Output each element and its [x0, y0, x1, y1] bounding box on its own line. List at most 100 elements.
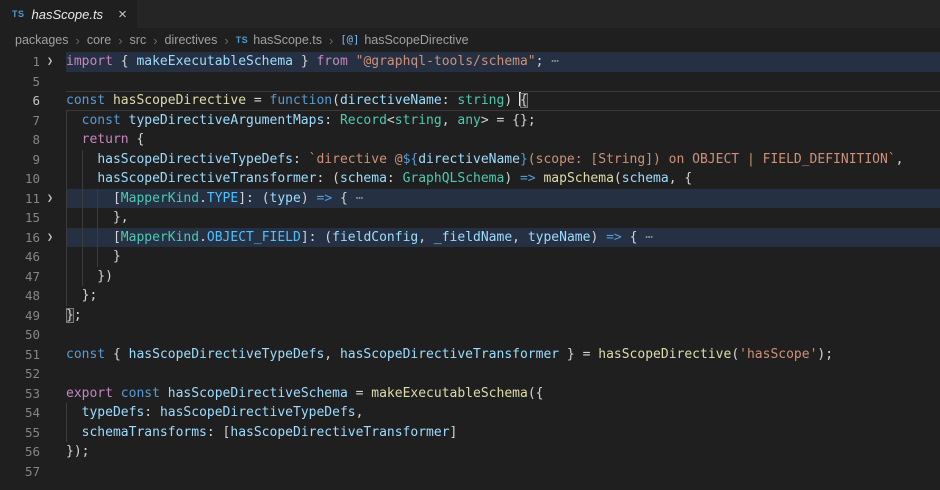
- code-token: typeDirectiveArgumentMaps: [129, 113, 325, 128]
- code-token: , {: [669, 171, 692, 186]
- code-token: }: [66, 249, 121, 264]
- code-line[interactable]: 5: [0, 72, 940, 92]
- code-token: string: [457, 93, 504, 108]
- code-line[interactable]: 6const hasScopeDirective = function(dire…: [0, 91, 940, 111]
- line-number: 54: [25, 403, 40, 423]
- breadcrumb-item[interactable]: core: [87, 33, 111, 47]
- code-token: (: [731, 347, 739, 362]
- gutter: 7: [0, 111, 66, 131]
- breadcrumb-item[interactable]: src: [130, 33, 147, 47]
- gutter: 57: [0, 462, 66, 482]
- code-token: [66, 425, 82, 440]
- code-line[interactable]: 50: [0, 325, 940, 345]
- code-editor: 1❯import { makeExecutableSchema } from "…: [0, 52, 940, 481]
- line-number: 16: [25, 228, 40, 248]
- code-token: }: [66, 308, 74, 323]
- code-token: ;: [536, 54, 552, 69]
- editor-lines: 1❯import { makeExecutableSchema } from "…: [0, 52, 940, 481]
- fold-chevron-icon[interactable]: ❯: [47, 52, 53, 72]
- line-number: 53: [25, 384, 40, 404]
- code-token: {: [105, 347, 128, 362]
- code-token: },: [66, 210, 129, 225]
- gutter: 15: [0, 208, 66, 228]
- code-line[interactable]: 11❯ [MapperKind.TYPE]: (type) => { ⋯: [0, 189, 940, 209]
- breadcrumb-item[interactable]: packages: [15, 33, 69, 47]
- breadcrumb-separator-icon: ›: [153, 33, 157, 48]
- gutter: 50: [0, 325, 66, 345]
- code-line[interactable]: 8 return {: [0, 130, 940, 150]
- code-token: Record: [340, 113, 387, 128]
- breadcrumb-symbol-item[interactable]: [@]hasScopeDirective: [340, 33, 468, 47]
- code-text: [66, 364, 940, 384]
- code-token: const: [66, 347, 105, 362]
- code-line[interactable]: 1❯import { makeExecutableSchema } from "…: [0, 52, 940, 72]
- code-line[interactable]: 9 hasScopeDirectiveTypeDefs: `directive …: [0, 150, 940, 170]
- code-token: :: [144, 405, 160, 420]
- code-token: [66, 152, 97, 167]
- code-token: .: [199, 230, 207, 245]
- code-token: (scope: [String]) on OBJECT | FIELD_DEFI…: [528, 152, 896, 167]
- code-line[interactable]: 51const { hasScopeDirectiveTypeDefs, has…: [0, 345, 940, 365]
- code-token: schemaTransforms: [82, 425, 207, 440]
- gutter: 53: [0, 384, 66, 404]
- gutter: 48: [0, 286, 66, 306]
- gutter: 54: [0, 403, 66, 423]
- code-line[interactable]: 57: [0, 462, 940, 482]
- fold-chevron-icon[interactable]: ❯: [47, 228, 53, 248]
- code-token: ]: (: [301, 230, 332, 245]
- code-token: fieldConfig: [332, 230, 418, 245]
- code-token: _fieldName: [434, 230, 512, 245]
- code-token: : [: [207, 425, 230, 440]
- breadcrumb-item[interactable]: directives: [165, 33, 218, 47]
- code-token: hasScopeDirectiveSchema: [168, 386, 348, 401]
- code-line[interactable]: 55 schemaTransforms: [hasScopeDirectiveT…: [0, 423, 940, 443]
- code-line[interactable]: 52: [0, 364, 940, 384]
- fold-chevron-icon[interactable]: ❯: [47, 189, 53, 209]
- code-token: MapperKind: [121, 191, 199, 206]
- code-token: import: [66, 54, 121, 69]
- code-text: const { hasScopeDirectiveTypeDefs, hasSc…: [66, 345, 940, 365]
- line-number: 57: [25, 462, 40, 482]
- tab-close-icon[interactable]: ×: [118, 7, 127, 22]
- code-line[interactable]: 7 const typeDirectiveArgumentMaps: Recor…: [0, 111, 940, 131]
- breadcrumb-file-item[interactable]: TShasScope.ts: [236, 33, 322, 47]
- breadcrumb-separator-icon: ›: [329, 33, 333, 48]
- code-line[interactable]: 54 typeDefs: hasScopeDirectiveTypeDefs,: [0, 403, 940, 423]
- code-line[interactable]: 48 };: [0, 286, 940, 306]
- code-token: (: [614, 171, 622, 186]
- code-token: OBJECT_FIELD: [207, 230, 301, 245]
- code-token: =: [348, 386, 371, 401]
- code-token: typeName: [528, 230, 591, 245]
- code-token: ,: [418, 230, 434, 245]
- gutter: 52: [0, 364, 66, 384]
- code-text: }): [66, 267, 940, 287]
- line-number: 46: [25, 247, 40, 267]
- code-token: export: [66, 386, 121, 401]
- code-token: type: [270, 191, 301, 206]
- code-token: ${: [403, 152, 419, 167]
- code-token: [: [66, 191, 121, 206]
- code-text: };: [66, 286, 940, 306]
- code-line[interactable]: 53export const hasScopeDirectiveSchema =…: [0, 384, 940, 404]
- line-number: 5: [32, 72, 40, 92]
- code-line[interactable]: 16❯ [MapperKind.OBJECT_FIELD]: (fieldCon…: [0, 228, 940, 248]
- line-number: 8: [32, 130, 40, 150]
- code-line[interactable]: 46 }: [0, 247, 940, 267]
- code-text: });: [66, 442, 940, 462]
- code-token: hasScopeDirectiveTypeDefs: [129, 347, 325, 362]
- code-token: ,: [356, 405, 364, 420]
- code-token: <: [387, 113, 395, 128]
- code-token: ): [504, 171, 520, 186]
- code-line[interactable]: 47 }): [0, 267, 940, 287]
- code-line[interactable]: 56});: [0, 442, 940, 462]
- line-number: 6: [32, 91, 40, 111]
- tab-hasscope[interactable]: TS hasScope.ts ×: [0, 0, 137, 28]
- code-line[interactable]: 49};: [0, 306, 940, 326]
- gutter: 8: [0, 130, 66, 150]
- code-token: hasScopeDirectiveTypeDefs: [97, 152, 293, 167]
- code-token: makeExecutableSchema: [136, 54, 293, 69]
- code-token: =>: [317, 191, 333, 206]
- gutter: 9: [0, 150, 66, 170]
- code-line[interactable]: 10 hasScopeDirectiveTransformer: (schema…: [0, 169, 940, 189]
- code-line[interactable]: 15 },: [0, 208, 940, 228]
